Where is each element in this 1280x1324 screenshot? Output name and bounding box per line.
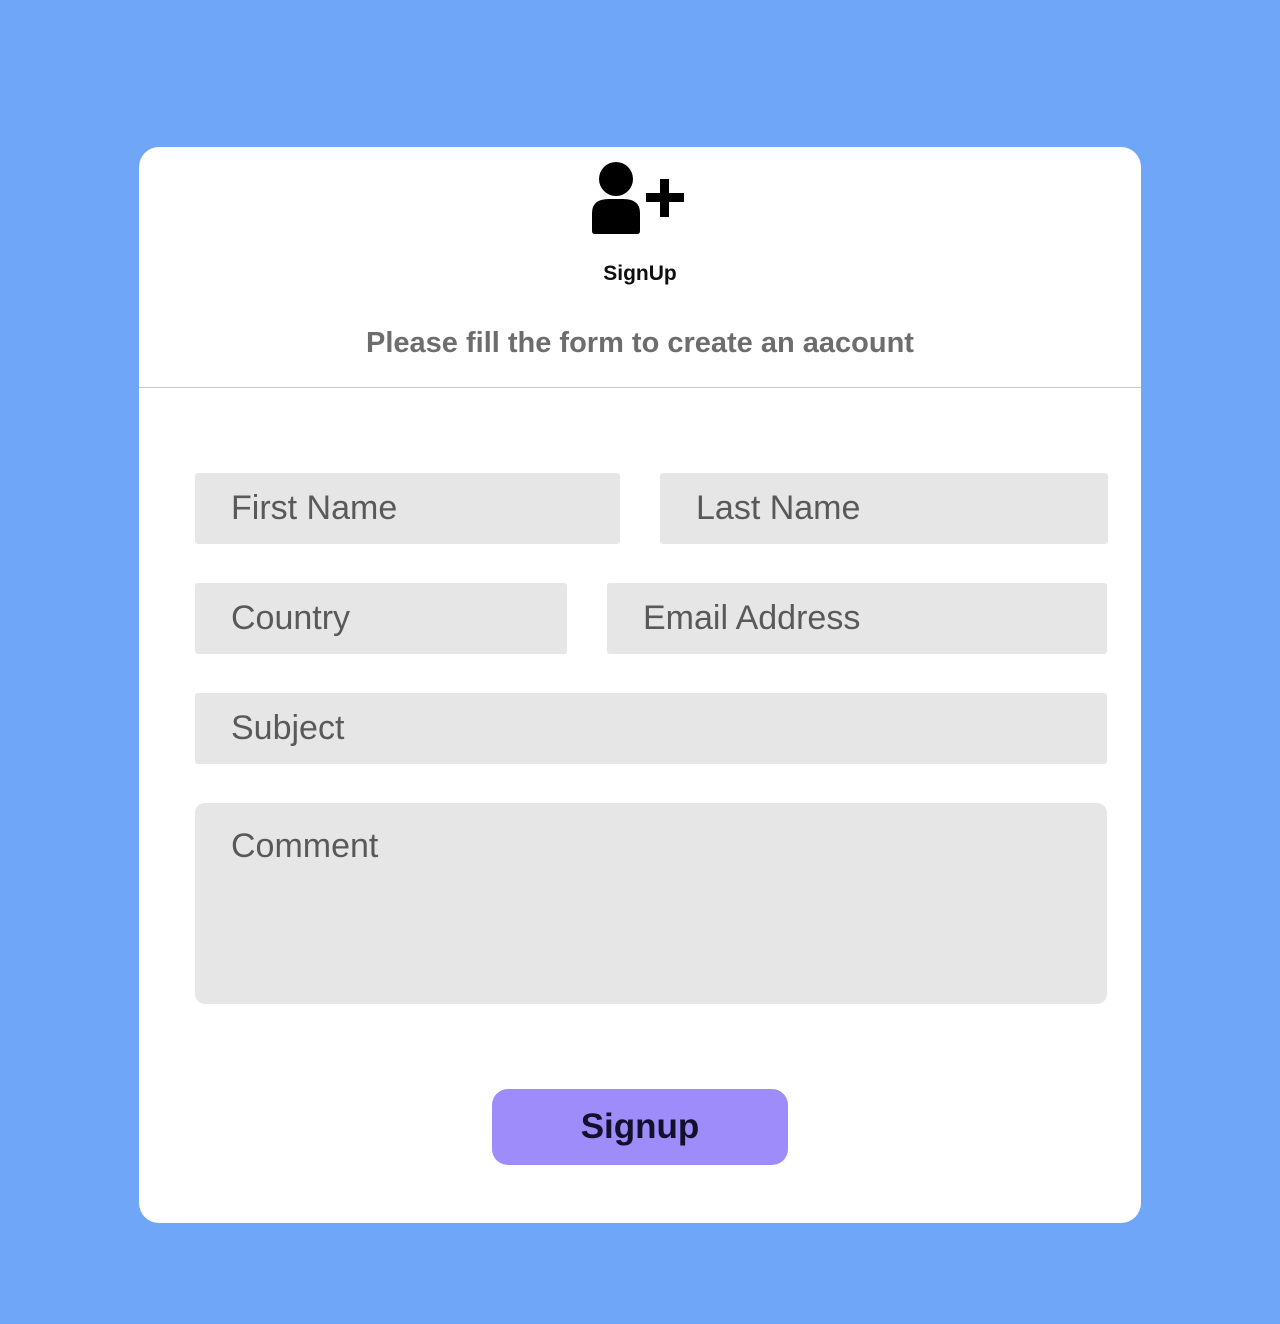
user-plus-icon (592, 162, 684, 234)
country-input[interactable] (195, 583, 567, 654)
subject-input[interactable] (195, 693, 1107, 764)
comment-textarea[interactable] (195, 803, 1107, 1004)
signup-heading: SignUp (603, 262, 677, 285)
last-name-input[interactable] (660, 473, 1108, 544)
signup-card: SignUp Please fill the form to create an… (139, 147, 1141, 1223)
first-name-input[interactable] (195, 473, 620, 544)
email-address-input[interactable] (607, 583, 1107, 654)
signup-button[interactable]: Signup (492, 1089, 788, 1165)
form-subtitle: Please fill the form to create an aacoun… (366, 327, 914, 359)
signup-header: SignUp Please fill the form to create an… (139, 147, 1141, 388)
